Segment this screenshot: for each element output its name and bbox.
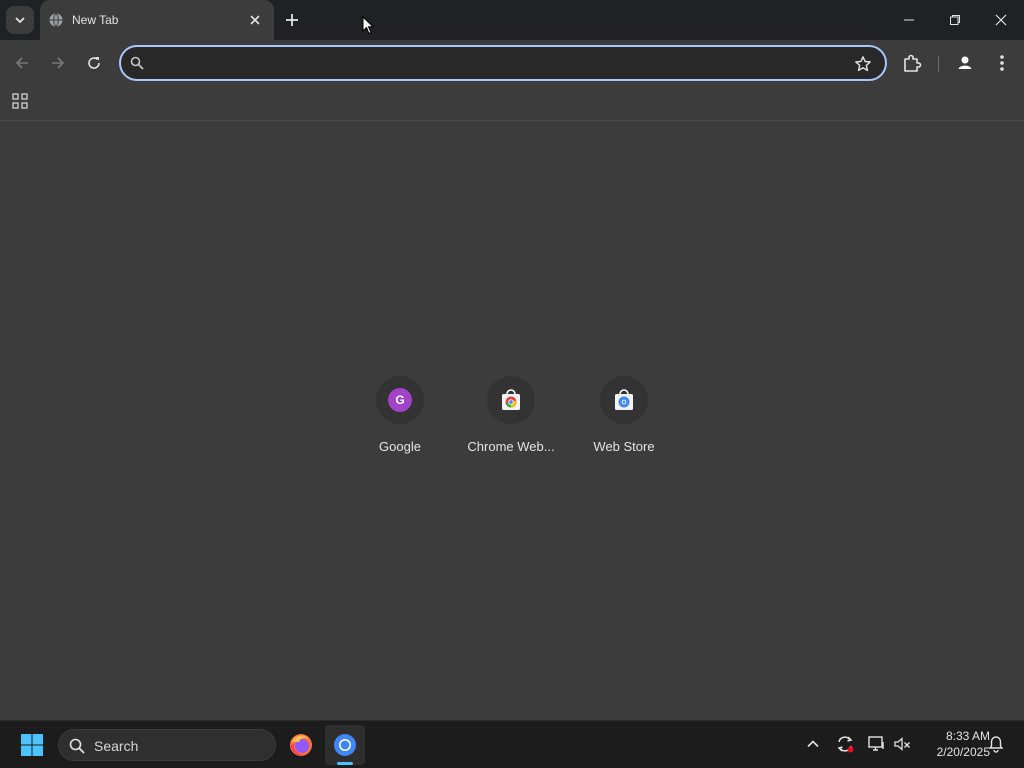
extensions-puzzle-icon[interactable] bbox=[901, 52, 923, 74]
shortcut-google[interactable]: G Google bbox=[344, 372, 456, 468]
sync-icon bbox=[837, 736, 854, 753]
shortcut-label: Google bbox=[379, 439, 421, 454]
network-button[interactable] bbox=[866, 733, 888, 755]
active-app-indicator bbox=[337, 762, 353, 765]
show-hidden-icons-button[interactable] bbox=[802, 733, 824, 755]
reload-button[interactable] bbox=[83, 52, 105, 74]
globe-icon bbox=[49, 13, 63, 27]
shortcut-chrome-web-store[interactable]: Chrome Web... bbox=[455, 372, 567, 468]
more-menu-icon[interactable] bbox=[992, 52, 1012, 74]
tab-title: New Tab bbox=[72, 13, 119, 27]
minimize-button[interactable] bbox=[886, 0, 932, 40]
bookmarks-bar bbox=[0, 86, 1024, 121]
tab-search-button[interactable] bbox=[6, 6, 34, 34]
shortcut-web-store[interactable]: Web Store bbox=[568, 372, 680, 468]
mouse-cursor-icon bbox=[362, 16, 374, 35]
clock-date: 2/20/2025 bbox=[936, 745, 990, 759]
notification-bell-icon[interactable] bbox=[986, 734, 1006, 754]
close-icon bbox=[995, 14, 1007, 26]
chevron-down-icon bbox=[15, 17, 25, 24]
volume-muted-icon bbox=[894, 737, 910, 751]
network-monitor-icon bbox=[868, 736, 884, 751]
chrome-web-store-icon bbox=[502, 389, 520, 410]
reload-icon bbox=[88, 57, 100, 69]
taskbar-app-chrome[interactable] bbox=[325, 725, 365, 765]
web-store-icon bbox=[615, 389, 633, 410]
forward-button[interactable] bbox=[47, 52, 69, 74]
search-icon bbox=[130, 56, 144, 70]
clock-time: 8:33 AM bbox=[945, 729, 990, 743]
system-clock[interactable]: 8:33 AM 2/20/2025 bbox=[916, 728, 990, 760]
firefox-icon bbox=[290, 734, 312, 756]
taskbar: Search 8:33 AM 2/20/2025 bbox=[0, 720, 1024, 768]
windows-start-icon[interactable] bbox=[20, 733, 44, 757]
title-bar: New Tab bbox=[0, 0, 1024, 40]
search-icon bbox=[69, 738, 85, 754]
address-bar[interactable] bbox=[119, 45, 887, 81]
arrow-right-icon bbox=[52, 57, 65, 69]
shortcut-label: Web Store bbox=[593, 439, 655, 454]
shortcut-label: Chrome Web... bbox=[467, 439, 555, 454]
restore-button[interactable] bbox=[932, 0, 978, 40]
toolbar-separator bbox=[938, 56, 939, 72]
shortcut-icon-circle bbox=[600, 376, 648, 424]
taskbar-app-firefox[interactable] bbox=[281, 725, 321, 765]
close-tab-icon[interactable] bbox=[247, 12, 263, 28]
apps-grid-icon[interactable] bbox=[11, 92, 29, 110]
address-input[interactable] bbox=[153, 53, 843, 73]
back-button[interactable] bbox=[11, 52, 33, 74]
new-tab-button[interactable] bbox=[282, 10, 302, 30]
bookmark-star-icon[interactable] bbox=[854, 55, 872, 73]
chrome-icon bbox=[334, 734, 356, 756]
close-window-button[interactable] bbox=[978, 0, 1024, 40]
google-g-icon: G bbox=[388, 388, 412, 412]
shortcut-icon-circle: G bbox=[376, 376, 424, 424]
tab-new-tab[interactable]: New Tab bbox=[40, 0, 274, 40]
profile-avatar-icon[interactable] bbox=[954, 52, 976, 74]
minimize-icon bbox=[904, 19, 914, 21]
arrow-left-icon bbox=[15, 57, 28, 69]
taskbar-search[interactable]: Search bbox=[58, 729, 276, 761]
chevron-up-icon bbox=[807, 740, 819, 748]
sync-status-button[interactable] bbox=[834, 733, 856, 755]
shortcut-icon-circle bbox=[487, 376, 535, 424]
volume-button[interactable] bbox=[892, 733, 914, 755]
restore-icon bbox=[950, 15, 960, 25]
browser-toolbar bbox=[0, 40, 1024, 86]
taskbar-search-label: Search bbox=[94, 738, 139, 754]
